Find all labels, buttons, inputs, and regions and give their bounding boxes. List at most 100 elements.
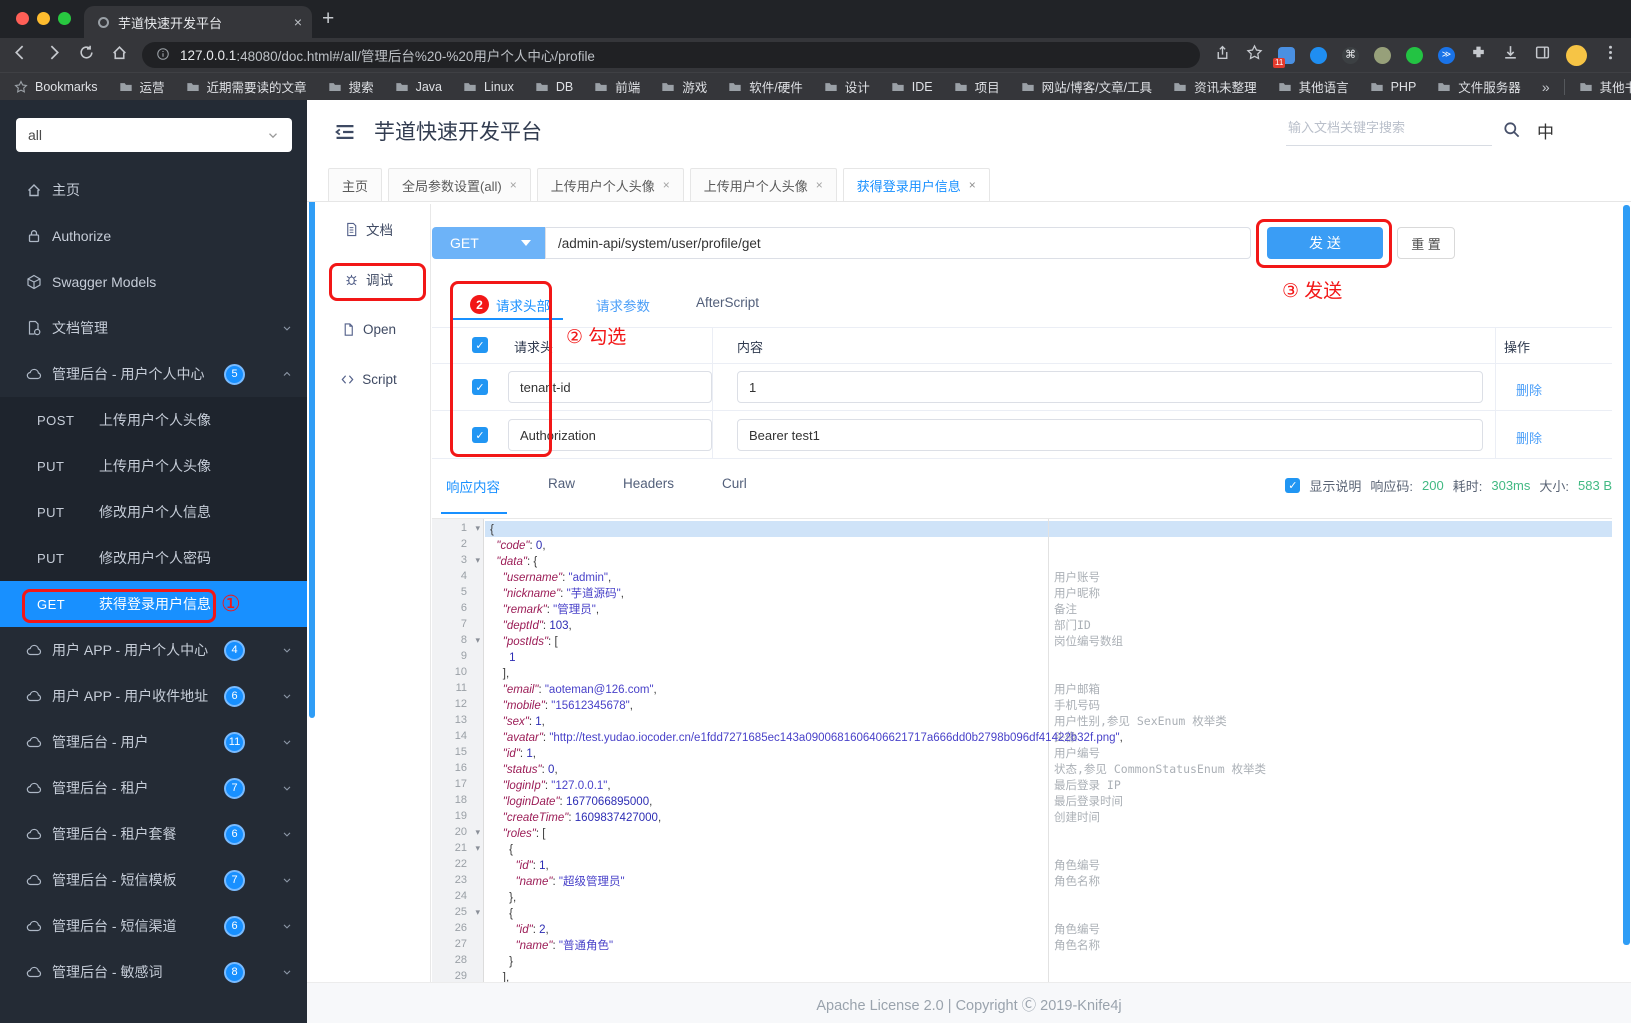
close-tab-icon[interactable]: × [969, 178, 976, 192]
sidebar-group[interactable]: 管理后台 - 短信模板 7 [0, 857, 307, 903]
request-url-input[interactable] [545, 227, 1251, 259]
fold-caret-icon[interactable]: ▾ [475, 635, 480, 646]
doc-tab[interactable]: 上传用户个人头像 × [689, 168, 837, 201]
window-controls[interactable] [16, 12, 71, 25]
close-tab-icon[interactable]: × [510, 178, 517, 192]
new-tab-button[interactable]: + [322, 7, 334, 31]
bookmark-folder[interactable]: Linux [463, 80, 514, 94]
api-group-select[interactable]: all [16, 118, 292, 152]
doc-tab[interactable]: 主页 [328, 168, 383, 201]
fold-caret-icon[interactable]: ▾ [475, 523, 480, 534]
share-icon[interactable] [1214, 44, 1231, 66]
sidebar-operation[interactable]: GET 获得登录用户信息 [0, 581, 307, 627]
maximize-window-button[interactable] [58, 12, 71, 25]
response-tab[interactable]: Headers [623, 476, 674, 496]
response-body-editor[interactable]: 1 ▾ 2 3 ▾ 4 5 6 7 8 ▾ 9 10 11 12 13 14 15 16 17 18 19 20 ▾ 21 ▾ 22… [432, 518, 1612, 982]
extension-olive-icon[interactable] [1374, 46, 1391, 64]
doc-search[interactable] [1286, 114, 1492, 146]
extension-green-icon[interactable] [1406, 46, 1423, 64]
show-description-checkbox[interactable] [1285, 477, 1301, 493]
response-tab[interactable]: 响应内容 [446, 476, 500, 496]
close-tab-icon[interactable]: × [294, 14, 302, 30]
sidebar-group[interactable]: 管理后台 - 短信渠道 6 [0, 903, 307, 949]
doc-search-input[interactable] [1286, 114, 1492, 141]
bookmark-folder[interactable]: 前端 [594, 77, 640, 96]
bookmark-folder[interactable]: 项目 [954, 77, 1000, 96]
address-bar[interactable]: 127.0.0.1:48080/doc.html#/all/管理后台%20-%2… [142, 42, 1200, 68]
sidebar-item-2[interactable]: Swagger Models [0, 259, 307, 305]
bookmark-folder[interactable]: 文件服务器 [1437, 77, 1521, 96]
sidebar-group[interactable]: 管理后台 - 用户 11 [0, 719, 307, 765]
tool-tab-Script[interactable]: Script [307, 354, 430, 404]
select-all-checkbox[interactable] [472, 337, 488, 353]
sidebar-group[interactable]: 用户 APP - 用户收件地址 6 [0, 673, 307, 719]
doc-tab[interactable]: 全局参数设置(all) × [388, 168, 531, 201]
bookmarks-root[interactable]: Bookmarks [14, 80, 98, 94]
request-tab[interactable]: 请求头部 [496, 295, 550, 315]
close-tab-icon[interactable]: × [816, 178, 823, 192]
bookmark-folder[interactable]: 网站/博客/文章/工具 [1021, 77, 1152, 96]
sidebar-operation[interactable]: PUT 修改用户个人信息 [0, 489, 307, 535]
response-tab[interactable]: Raw [548, 476, 575, 496]
bookmark-star-icon[interactable] [1246, 44, 1263, 66]
sidebar-item-4[interactable]: 管理后台 - 用户个人中心 5 [0, 351, 307, 397]
send-button[interactable]: 发 送 [1267, 227, 1383, 259]
bookmarks-overflow-button[interactable]: » [1542, 79, 1550, 95]
header-name-input[interactable] [508, 419, 712, 451]
row-checkbox[interactable] [472, 379, 488, 395]
delete-link[interactable]: 删除 [1516, 428, 1542, 447]
bookmark-folder[interactable]: DB [535, 80, 573, 94]
extension-drop-icon[interactable] [1310, 46, 1327, 64]
header-name-input[interactable] [508, 371, 712, 403]
bookmark-folder[interactable]: 近期需要读的文章 [186, 77, 307, 96]
page-scrollbar[interactable] [1623, 205, 1630, 945]
bookmark-folder[interactable]: 设计 [824, 77, 870, 96]
home-browser-icon[interactable] [111, 44, 128, 66]
search-icon[interactable] [1502, 120, 1521, 144]
extension-cmd-icon[interactable]: ⌘ [1342, 46, 1359, 64]
row-checkbox[interactable] [472, 427, 488, 443]
bookmark-folder[interactable]: 资讯未整理 [1173, 77, 1257, 96]
bookmark-folder[interactable]: 搜索 [328, 77, 374, 96]
language-toggle[interactable]: 中 [1537, 118, 1554, 143]
extension-chevrons-icon[interactable]: ≫ [1438, 46, 1455, 64]
bookmark-folder[interactable]: 游戏 [661, 77, 707, 96]
sidebar-group[interactable]: 管理后台 - 租户套餐 6 [0, 811, 307, 857]
reset-button[interactable]: 重 置 [1397, 227, 1455, 259]
doc-tab[interactable]: 上传用户个人头像 × [536, 168, 684, 201]
tool-tab-Open[interactable]: Open [307, 304, 430, 354]
forward-icon[interactable] [45, 44, 62, 66]
header-value-input[interactable] [737, 371, 1483, 403]
bookmark-folder[interactable]: Java [395, 80, 442, 94]
other-bookmarks[interactable]: 其他书签 [1579, 77, 1631, 96]
reload-icon[interactable] [78, 44, 95, 66]
site-info-icon[interactable] [156, 47, 170, 64]
collapse-menu-icon[interactable] [332, 119, 358, 145]
side-panel-icon[interactable] [1534, 44, 1551, 66]
sidebar-group[interactable]: 用户 APP - 用户个人中心 4 [0, 627, 307, 673]
fold-caret-icon[interactable]: ▾ [475, 555, 480, 566]
fold-caret-icon[interactable]: ▾ [475, 827, 480, 838]
header-value-input[interactable] [737, 419, 1483, 451]
fold-caret-icon[interactable]: ▾ [475, 907, 480, 918]
browser-tab[interactable]: 芋道快速开发平台 × [84, 6, 312, 38]
http-method-select[interactable]: GET [432, 227, 545, 259]
sidebar-item-3[interactable]: 文档管理 [0, 305, 307, 351]
sidebar-operation[interactable]: PUT 修改用户个人密码 [0, 535, 307, 581]
menu-dots-icon[interactable] [1602, 44, 1619, 66]
close-tab-icon[interactable]: × [663, 178, 670, 192]
doc-tab[interactable]: 获得登录用户信息 × [842, 168, 990, 201]
delete-link[interactable]: 删除 [1516, 380, 1542, 399]
request-tab[interactable]: 请求参数 [596, 295, 650, 315]
request-tab[interactable]: AfterScript [696, 295, 759, 315]
sidebar-item-0[interactable]: 主页 [0, 167, 307, 213]
tool-tab-调试[interactable]: 调试 [307, 254, 430, 304]
extension-grid-icon[interactable]: 11 [1273, 46, 1295, 68]
response-tab[interactable]: Curl [722, 476, 747, 496]
tool-tab-文档[interactable]: 文档 [307, 204, 430, 254]
profile-avatar[interactable] [1566, 44, 1587, 66]
bookmark-folder[interactable]: 运营 [119, 77, 165, 96]
sidebar-item-1[interactable]: Authorize [0, 213, 307, 259]
sidebar-operation[interactable]: POST 上传用户个人头像 [0, 397, 307, 443]
fold-caret-icon[interactable]: ▾ [475, 843, 480, 854]
